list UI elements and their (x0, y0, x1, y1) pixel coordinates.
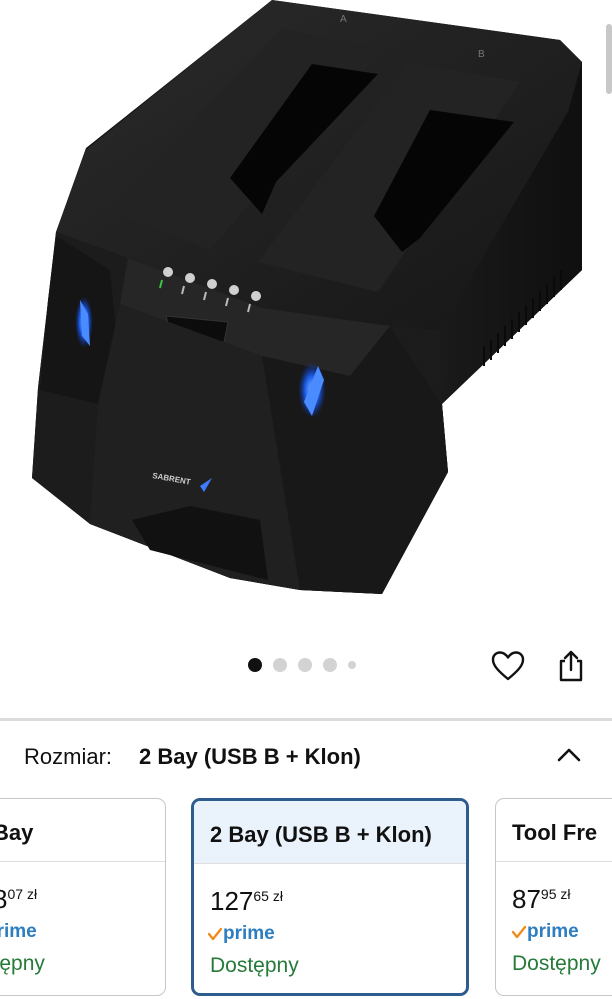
carousel-dot-4[interactable] (323, 658, 337, 672)
carousel-dot-2[interactable] (273, 658, 287, 672)
size-option-title: Tool Fre (512, 820, 598, 845)
prime-badge: prime (0, 921, 37, 942)
size-selected-value: 2 Bay (USB B + Klon) (139, 744, 361, 769)
size-option-card[interactable]: Tool Fre 8795 zł prime Dostępny (495, 798, 612, 996)
size-option-price: 807 zł (0, 884, 38, 914)
bay-b-label: B (478, 49, 485, 60)
image-carousel-indicator[interactable] (248, 657, 356, 673)
size-option-title: Bay (0, 820, 34, 845)
product-image[interactable]: A B SABRENT (0, 0, 612, 640)
chevron-up-icon (557, 748, 581, 762)
size-option-card-selected[interactable]: 2 Bay (USB B + Klon) 12765 zł prime Dost… (191, 798, 469, 996)
section-divider (0, 718, 612, 721)
carousel-dot-5[interactable] (348, 661, 356, 669)
size-option-title: 2 Bay (USB B + Klon) (210, 822, 432, 847)
collapse-button[interactable] (552, 738, 586, 772)
availability-status: Dostępny (210, 954, 299, 977)
size-option-header: 2 Bay (USB B + Klon) (194, 801, 466, 864)
size-option-header: Tool Fre (496, 799, 612, 862)
prime-check-icon (208, 927, 222, 941)
availability-status: stępny (0, 952, 45, 975)
size-option-card[interactable]: Bay 807 zł prime stępny (0, 798, 166, 996)
size-selector-header[interactable]: Rozmiar: 2 Bay (USB B + Klon) (0, 738, 612, 778)
carousel-dot-1[interactable] (248, 658, 262, 672)
prime-check-icon (512, 925, 526, 939)
bay-a-label: A (340, 14, 347, 25)
share-icon (559, 650, 583, 682)
carousel-dot-3[interactable] (298, 658, 312, 672)
availability-status: Dostępny (512, 952, 601, 975)
prime-badge: prime (208, 923, 275, 945)
size-label: Rozmiar: (24, 744, 113, 769)
prime-badge: prime (512, 921, 579, 943)
heart-icon (491, 651, 525, 681)
share-button[interactable] (551, 646, 591, 686)
size-option-price: 12765 zł (210, 886, 283, 916)
size-option-header: Bay (0, 799, 165, 862)
favorite-button[interactable] (488, 646, 528, 686)
size-option-price: 8795 zł (512, 884, 571, 914)
